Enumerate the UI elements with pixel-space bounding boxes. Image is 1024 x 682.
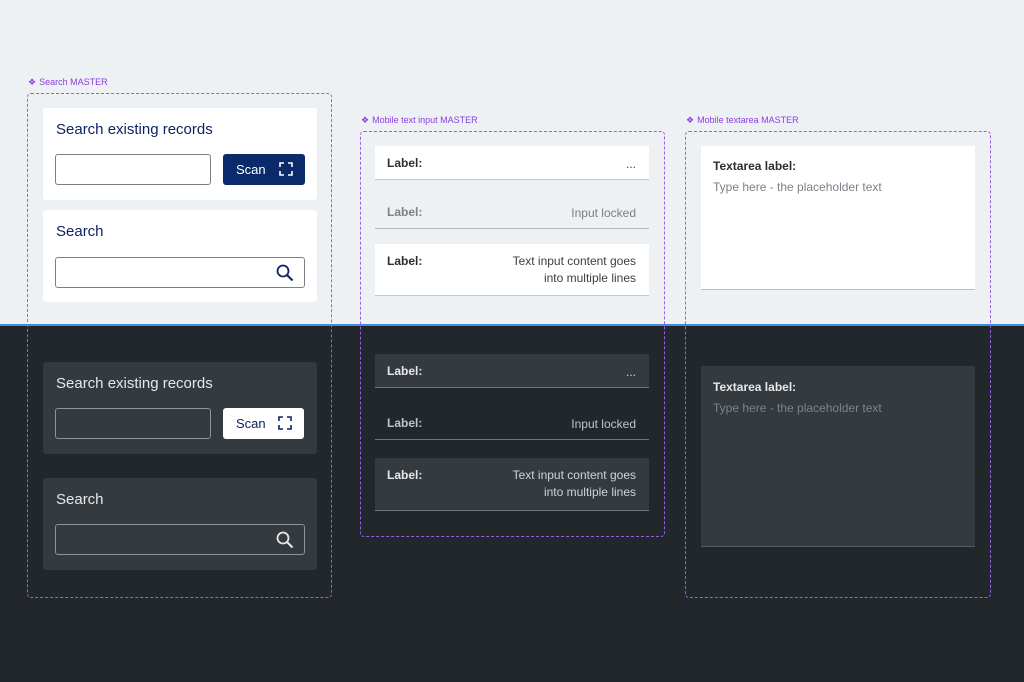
scan-button-label: Scan (236, 162, 266, 177)
records-search-input[interactable] (55, 408, 211, 439)
field-value: Text input content goes into multiple li… (513, 467, 636, 501)
textarea-placeholder: Type here - the placeholder text (713, 180, 882, 194)
field-label: Label: (387, 416, 423, 430)
mobile-text-input-master-label: ❖ Mobile text input MASTER (361, 115, 478, 126)
scan-frame-icon (278, 416, 292, 430)
scan-frame-icon (279, 162, 293, 176)
component-diamond-icon: ❖ (686, 115, 695, 125)
search-input[interactable] (55, 257, 305, 288)
mobile-text-input-default[interactable]: Label: ... (375, 146, 649, 180)
field-value: Text input content goes into multiple li… (513, 253, 636, 287)
component-diamond-icon: ❖ (28, 77, 37, 87)
field-value-line: into multiple lines (543, 485, 636, 499)
mobile-textarea-light[interactable]: Textarea label: Type here - the placehol… (701, 146, 975, 290)
mobile-text-input-locked: Label: Input locked (375, 196, 649, 229)
scan-search-card-light: Search existing records Scan (43, 108, 317, 200)
card-title: Search existing records (56, 121, 213, 138)
field-label: Label: (387, 156, 423, 170)
textarea-placeholder: Type here - the placeholder text (713, 401, 882, 415)
field-label: Label: (387, 254, 423, 268)
search-master-title: Search MASTER (39, 77, 108, 87)
field-value-line: Text input content goes (512, 468, 636, 482)
mobile-text-input-multiline[interactable]: Label: Text input content goes into mult… (375, 458, 649, 511)
mobile-text-input-master-title: Mobile text input MASTER (372, 115, 478, 125)
search-icon[interactable] (276, 264, 294, 282)
component-diamond-icon: ❖ (361, 115, 370, 125)
field-value-line: into multiple lines (543, 271, 636, 285)
records-search-input[interactable] (55, 154, 211, 185)
field-value: Input locked (571, 417, 636, 431)
card-title: Search existing records (56, 375, 213, 392)
scan-search-card-dark: Search existing records Scan (43, 362, 317, 454)
scan-button[interactable]: Scan (223, 154, 305, 185)
field-label: Label: (387, 205, 423, 219)
mobile-textarea-dark[interactable]: Textarea label: Type here - the placehol… (701, 366, 975, 547)
scan-button[interactable]: Scan (223, 408, 304, 439)
textarea-label: Textarea label: (713, 159, 797, 173)
search-input[interactable] (55, 524, 305, 555)
field-value: Input locked (571, 206, 636, 220)
mobile-text-input-default[interactable]: Label: ... (375, 354, 649, 388)
search-card-dark: Search (43, 478, 317, 570)
card-title: Search (56, 491, 104, 508)
card-title: Search (56, 223, 104, 240)
search-icon[interactable] (276, 531, 294, 549)
mobile-textarea-master-label: ❖ Mobile textarea MASTER (686, 115, 799, 126)
search-master-label: ❖ Search MASTER (28, 77, 108, 88)
field-label: Label: (387, 364, 423, 378)
mobile-text-input-multiline[interactable]: Label: Text input content goes into mult… (375, 244, 649, 296)
field-label: Label: (387, 468, 423, 482)
textarea-label: Textarea label: (713, 380, 797, 394)
mobile-textarea-master-title: Mobile textarea MASTER (697, 115, 799, 125)
field-value-line: Text input content goes (512, 254, 636, 268)
mobile-text-input-locked: Label: Input locked (375, 406, 649, 440)
field-value: ... (625, 157, 636, 171)
field-value: ... (625, 365, 636, 379)
search-card-light: Search (43, 210, 317, 302)
scan-button-label: Scan (236, 416, 266, 431)
